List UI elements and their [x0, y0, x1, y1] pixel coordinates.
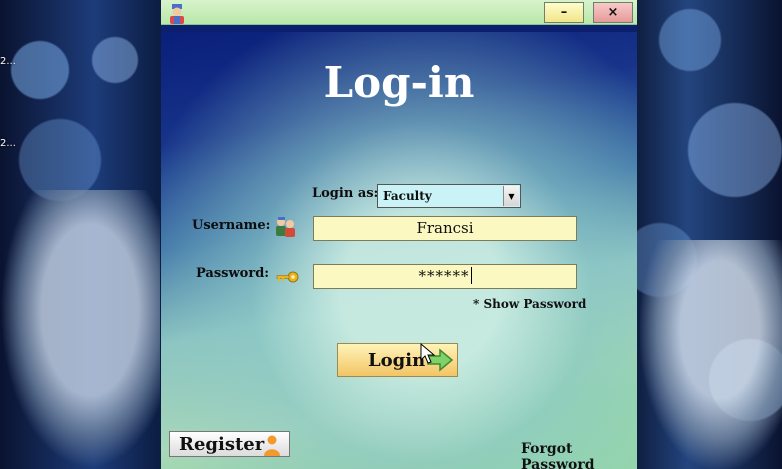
password-field[interactable]: ****** — [313, 264, 577, 289]
username-label: Username: — [192, 218, 271, 233]
login-button[interactable]: Login — [337, 343, 458, 377]
text-caret — [470, 267, 472, 284]
key-icon — [276, 271, 299, 283]
forgot-password-link[interactable]: Forgot Password — [521, 441, 637, 469]
login-as-label: Login as: — [312, 186, 379, 201]
page-title: Log-in — [323, 58, 475, 107]
login-as-select[interactable]: Faculty ▼ — [377, 184, 521, 208]
close-button[interactable]: × — [593, 2, 633, 23]
password-label: Password: — [196, 266, 270, 281]
person-icon — [264, 435, 280, 456]
login-window: – × Log-in Login as: Faculty ▼ Username:… — [161, 0, 637, 469]
dropdown-arrow-icon[interactable]: ▼ — [503, 186, 519, 206]
register-button-label: Register — [179, 434, 265, 455]
username-value: Francsi — [416, 219, 474, 237]
title-bar[interactable]: – × — [161, 0, 637, 25]
register-button[interactable]: Register — [169, 431, 290, 457]
password-value: ****** — [418, 267, 470, 285]
username-field[interactable]: Francsi — [313, 216, 577, 241]
login-button-label: Login — [368, 350, 426, 371]
login-as-value: Faculty — [383, 189, 432, 203]
minimize-button[interactable]: – — [544, 2, 584, 23]
show-password-toggle[interactable]: * Show Password — [473, 297, 586, 311]
desktop-icon-label[interactable]: 2... — [0, 56, 16, 67]
mouse-cursor-icon — [420, 343, 436, 364]
app-user-icon — [170, 4, 184, 24]
users-icon — [276, 217, 295, 237]
login-panel: Log-in Login as: Faculty ▼ Username: Fra… — [161, 32, 637, 469]
desktop-icon-label[interactable]: 2... — [0, 138, 16, 149]
